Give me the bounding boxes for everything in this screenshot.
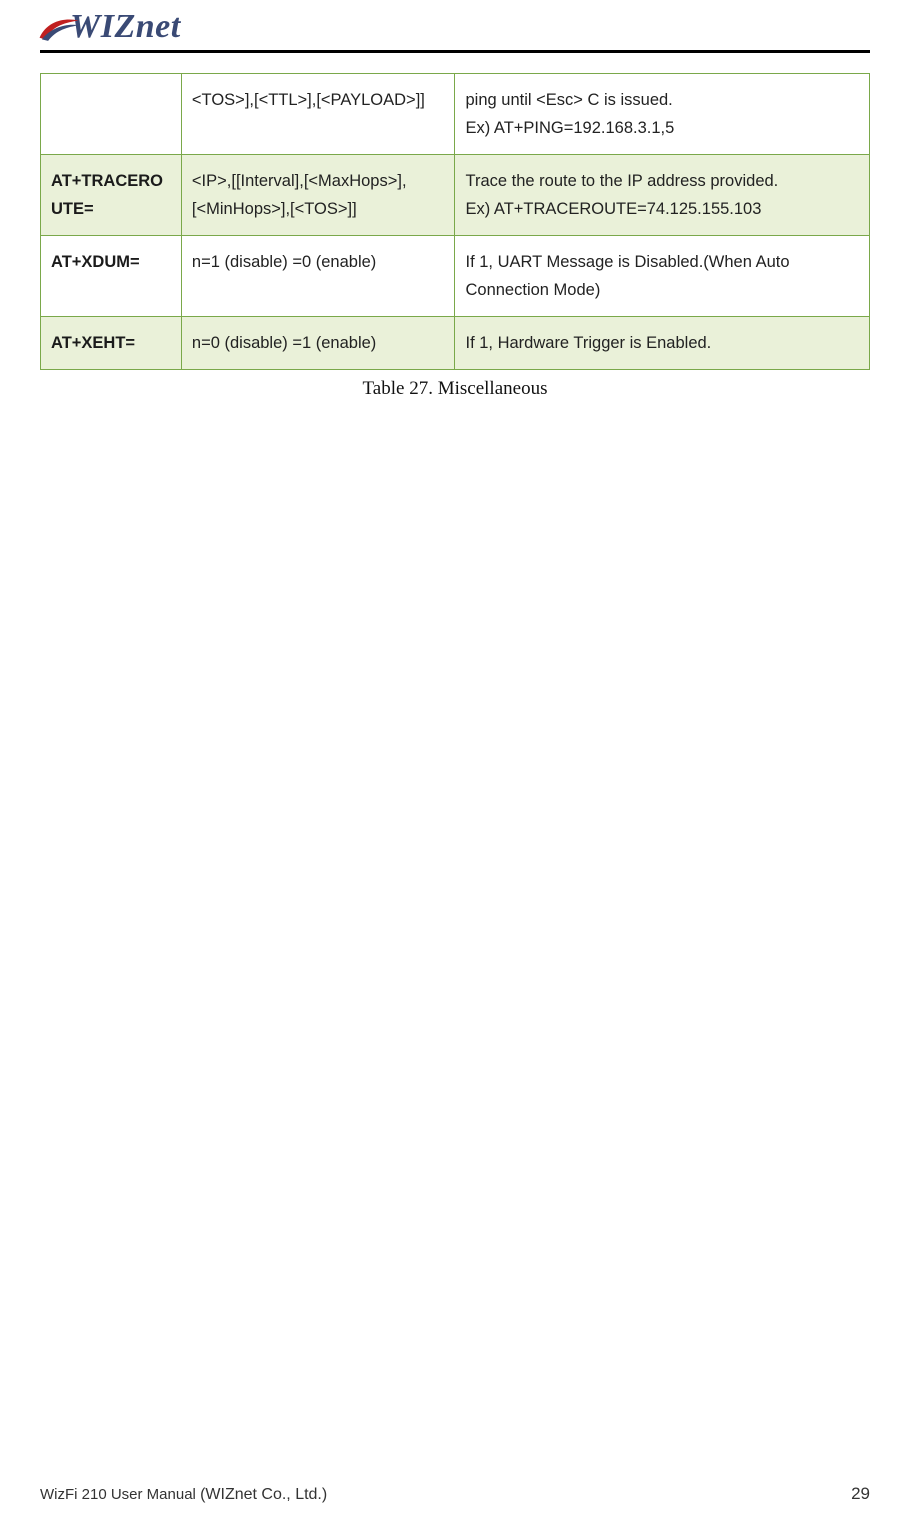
cell-command bbox=[41, 74, 182, 155]
table-caption: Table 27. Miscellaneous bbox=[40, 378, 870, 400]
cell-parameter: n=1 (disable) =0 (enable) bbox=[181, 236, 455, 317]
footer-left: WizFi 210 User Manual (WIZnet Co., Ltd.) bbox=[40, 1486, 327, 1504]
table-row: AT+TRACEROUTE= <IP>,[[Interval],[<MaxHop… bbox=[41, 155, 870, 236]
table-row: AT+XDUM= n=1 (disable) =0 (enable) If 1,… bbox=[41, 236, 870, 317]
cell-parameter: <IP>,[[Interval],[<MaxHops>],[<MinHops>]… bbox=[181, 155, 455, 236]
cell-command: AT+XDUM= bbox=[41, 236, 182, 317]
footer-company: (WIZnet Co., Ltd.) bbox=[200, 1486, 327, 1503]
footer-manual-name: WizFi 210 User Manual bbox=[40, 1486, 200, 1503]
cell-description: Trace the route to the IP address provid… bbox=[455, 155, 870, 236]
cell-description: If 1, UART Message is Disabled.(When Aut… bbox=[455, 236, 870, 317]
page-header: WIZnet bbox=[40, 0, 870, 73]
logo-text: WIZnet bbox=[70, 8, 181, 45]
page-number: 29 bbox=[851, 1484, 870, 1504]
cell-parameter: n=0 (disable) =1 (enable) bbox=[181, 317, 455, 370]
logo: WIZnet bbox=[40, 8, 870, 46]
logo-swoosh-icon bbox=[35, 16, 83, 44]
cell-command: AT+TRACEROUTE= bbox=[41, 155, 182, 236]
cell-description: If 1, Hardware Trigger is Enabled. bbox=[455, 317, 870, 370]
table-row: <TOS>],[<TTL>],[<PAYLOAD>]] ping until <… bbox=[41, 74, 870, 155]
cell-parameter: <TOS>],[<TTL>],[<PAYLOAD>]] bbox=[181, 74, 455, 155]
cell-description: ping until <Esc> C is issued.Ex) AT+PING… bbox=[455, 74, 870, 155]
cell-command: AT+XEHT= bbox=[41, 317, 182, 370]
header-divider bbox=[40, 50, 870, 53]
main-content: <TOS>],[<TTL>],[<PAYLOAD>]] ping until <… bbox=[40, 73, 870, 1484]
command-table: <TOS>],[<TTL>],[<PAYLOAD>]] ping until <… bbox=[40, 73, 870, 370]
page-footer: WizFi 210 User Manual (WIZnet Co., Ltd.)… bbox=[40, 1484, 870, 1532]
table-row: AT+XEHT= n=0 (disable) =1 (enable) If 1,… bbox=[41, 317, 870, 370]
